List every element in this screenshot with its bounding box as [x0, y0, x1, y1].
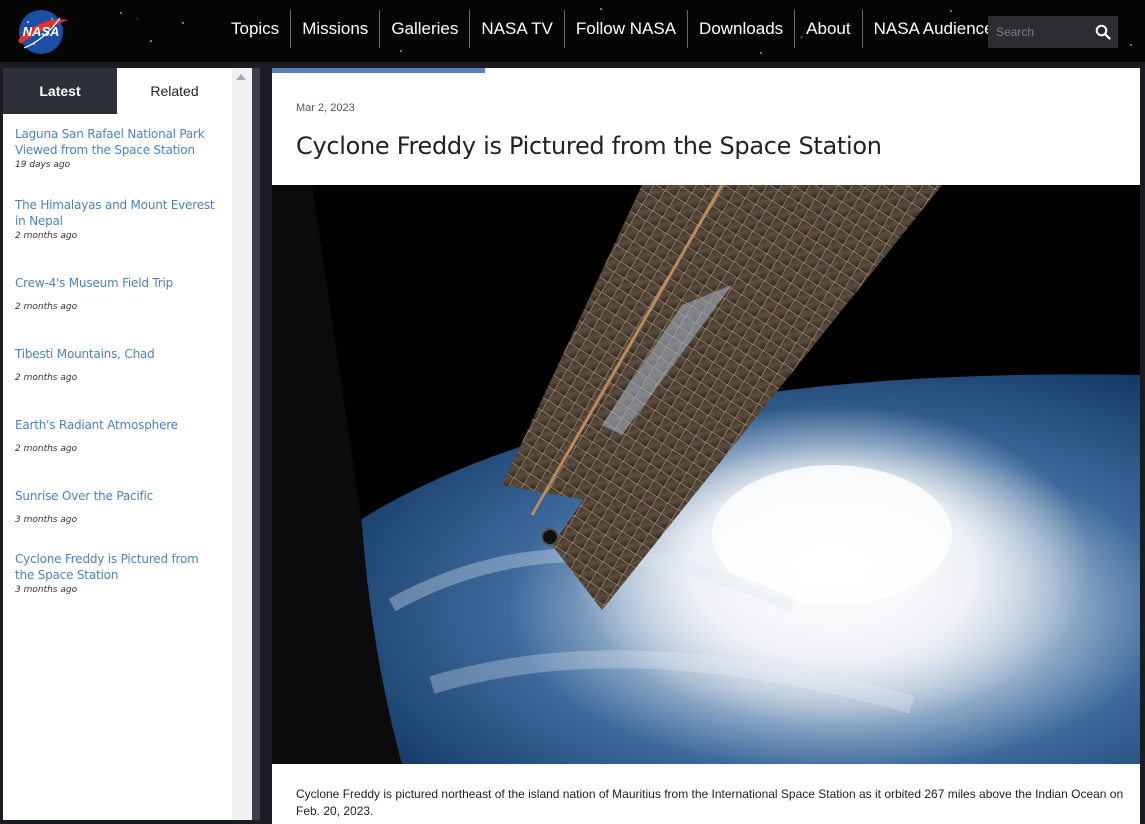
- nav-about[interactable]: About: [795, 10, 863, 48]
- list-item-age: 3 months ago: [15, 585, 78, 595]
- sidebar-tabs: Latest Related: [3, 68, 232, 114]
- scroll-up-arrow-icon[interactable]: [236, 74, 246, 80]
- tab-latest[interactable]: Latest: [3, 68, 117, 114]
- list-item-title[interactable]: The Himalayas and Mount Everest in Nepal: [15, 197, 215, 229]
- nav-topics[interactable]: Topics: [220, 10, 292, 48]
- caption-card: Cyclone Freddy is pictured northeast of …: [272, 764, 1140, 824]
- list-item[interactable]: The Himalayas and Mount Everest in Nepal…: [15, 197, 232, 275]
- article-date: Mar 2, 2023: [296, 102, 355, 114]
- search-input[interactable]: [988, 16, 1100, 48]
- list-item-age: 2 months ago: [15, 444, 78, 454]
- nasa-logo[interactable]: NASA: [14, 6, 72, 56]
- list-item[interactable]: Sunrise Over the Pacific 3 months ago: [15, 488, 232, 551]
- nav-nasa-tv[interactable]: NASA TV: [470, 10, 565, 48]
- top-navigation-bar: NASA Topics Missions Galleries NASA TV F…: [0, 0, 1145, 62]
- list-item-age: 2 months ago: [15, 302, 78, 312]
- nav-galleries[interactable]: Galleries: [380, 10, 471, 48]
- sidebar-list: Laguna San Rafael National Park Viewed f…: [3, 114, 232, 595]
- sidebar-scrollbar[interactable]: [232, 68, 252, 820]
- article-image[interactable]: [272, 185, 1140, 764]
- list-item-title[interactable]: Tibesti Mountains, Chad: [15, 346, 215, 362]
- list-item[interactable]: Cyclone Freddy is Pictured from the Spac…: [15, 551, 232, 595]
- list-item-age: 3 months ago: [15, 515, 78, 525]
- main-nav: Topics Missions Galleries NASA TV Follow…: [220, 0, 1013, 58]
- list-item-title[interactable]: Cyclone Freddy is Pictured from the Spac…: [15, 551, 215, 583]
- list-item[interactable]: Earth's Radiant Atmosphere 2 months ago: [15, 417, 232, 488]
- article-caption: Cyclone Freddy is pictured northeast of …: [296, 787, 1124, 818]
- list-item-age: 2 months ago: [15, 373, 78, 383]
- nav-missions[interactable]: Missions: [291, 10, 381, 48]
- search-button[interactable]: [1088, 16, 1118, 48]
- nasa-logo-text: NASA: [23, 24, 60, 39]
- article-header: Mar 2, 2023 Cyclone Freddy is Pictured f…: [272, 68, 1140, 185]
- list-item-age: 2 months ago: [15, 231, 78, 241]
- list-item[interactable]: Laguna San Rafael National Park Viewed f…: [15, 126, 232, 197]
- list-item[interactable]: Tibesti Mountains, Chad 2 months ago: [15, 346, 232, 417]
- accent-bar: [272, 68, 485, 73]
- list-item-age: 19 days ago: [15, 160, 71, 170]
- tab-related[interactable]: Related: [117, 68, 232, 114]
- search-box: [988, 16, 1118, 48]
- list-item-title[interactable]: Crew-4's Museum Field Trip: [15, 275, 215, 291]
- search-icon: [1095, 24, 1111, 40]
- nav-follow-nasa[interactable]: Follow NASA: [565, 10, 689, 48]
- list-item[interactable]: Crew-4's Museum Field Trip 2 months ago: [15, 275, 232, 346]
- nav-downloads[interactable]: Downloads: [688, 10, 796, 48]
- list-item-title[interactable]: Sunrise Over the Pacific: [15, 488, 215, 504]
- list-item-title[interactable]: Laguna San Rafael National Park Viewed f…: [15, 126, 215, 158]
- panel-divider: [252, 68, 260, 820]
- sidebar: Latest Related Laguna San Rafael Nationa…: [3, 68, 232, 820]
- list-item-title[interactable]: Earth's Radiant Atmosphere: [15, 417, 215, 433]
- article-title: Cyclone Freddy is Pictured from the Spac…: [296, 132, 882, 160]
